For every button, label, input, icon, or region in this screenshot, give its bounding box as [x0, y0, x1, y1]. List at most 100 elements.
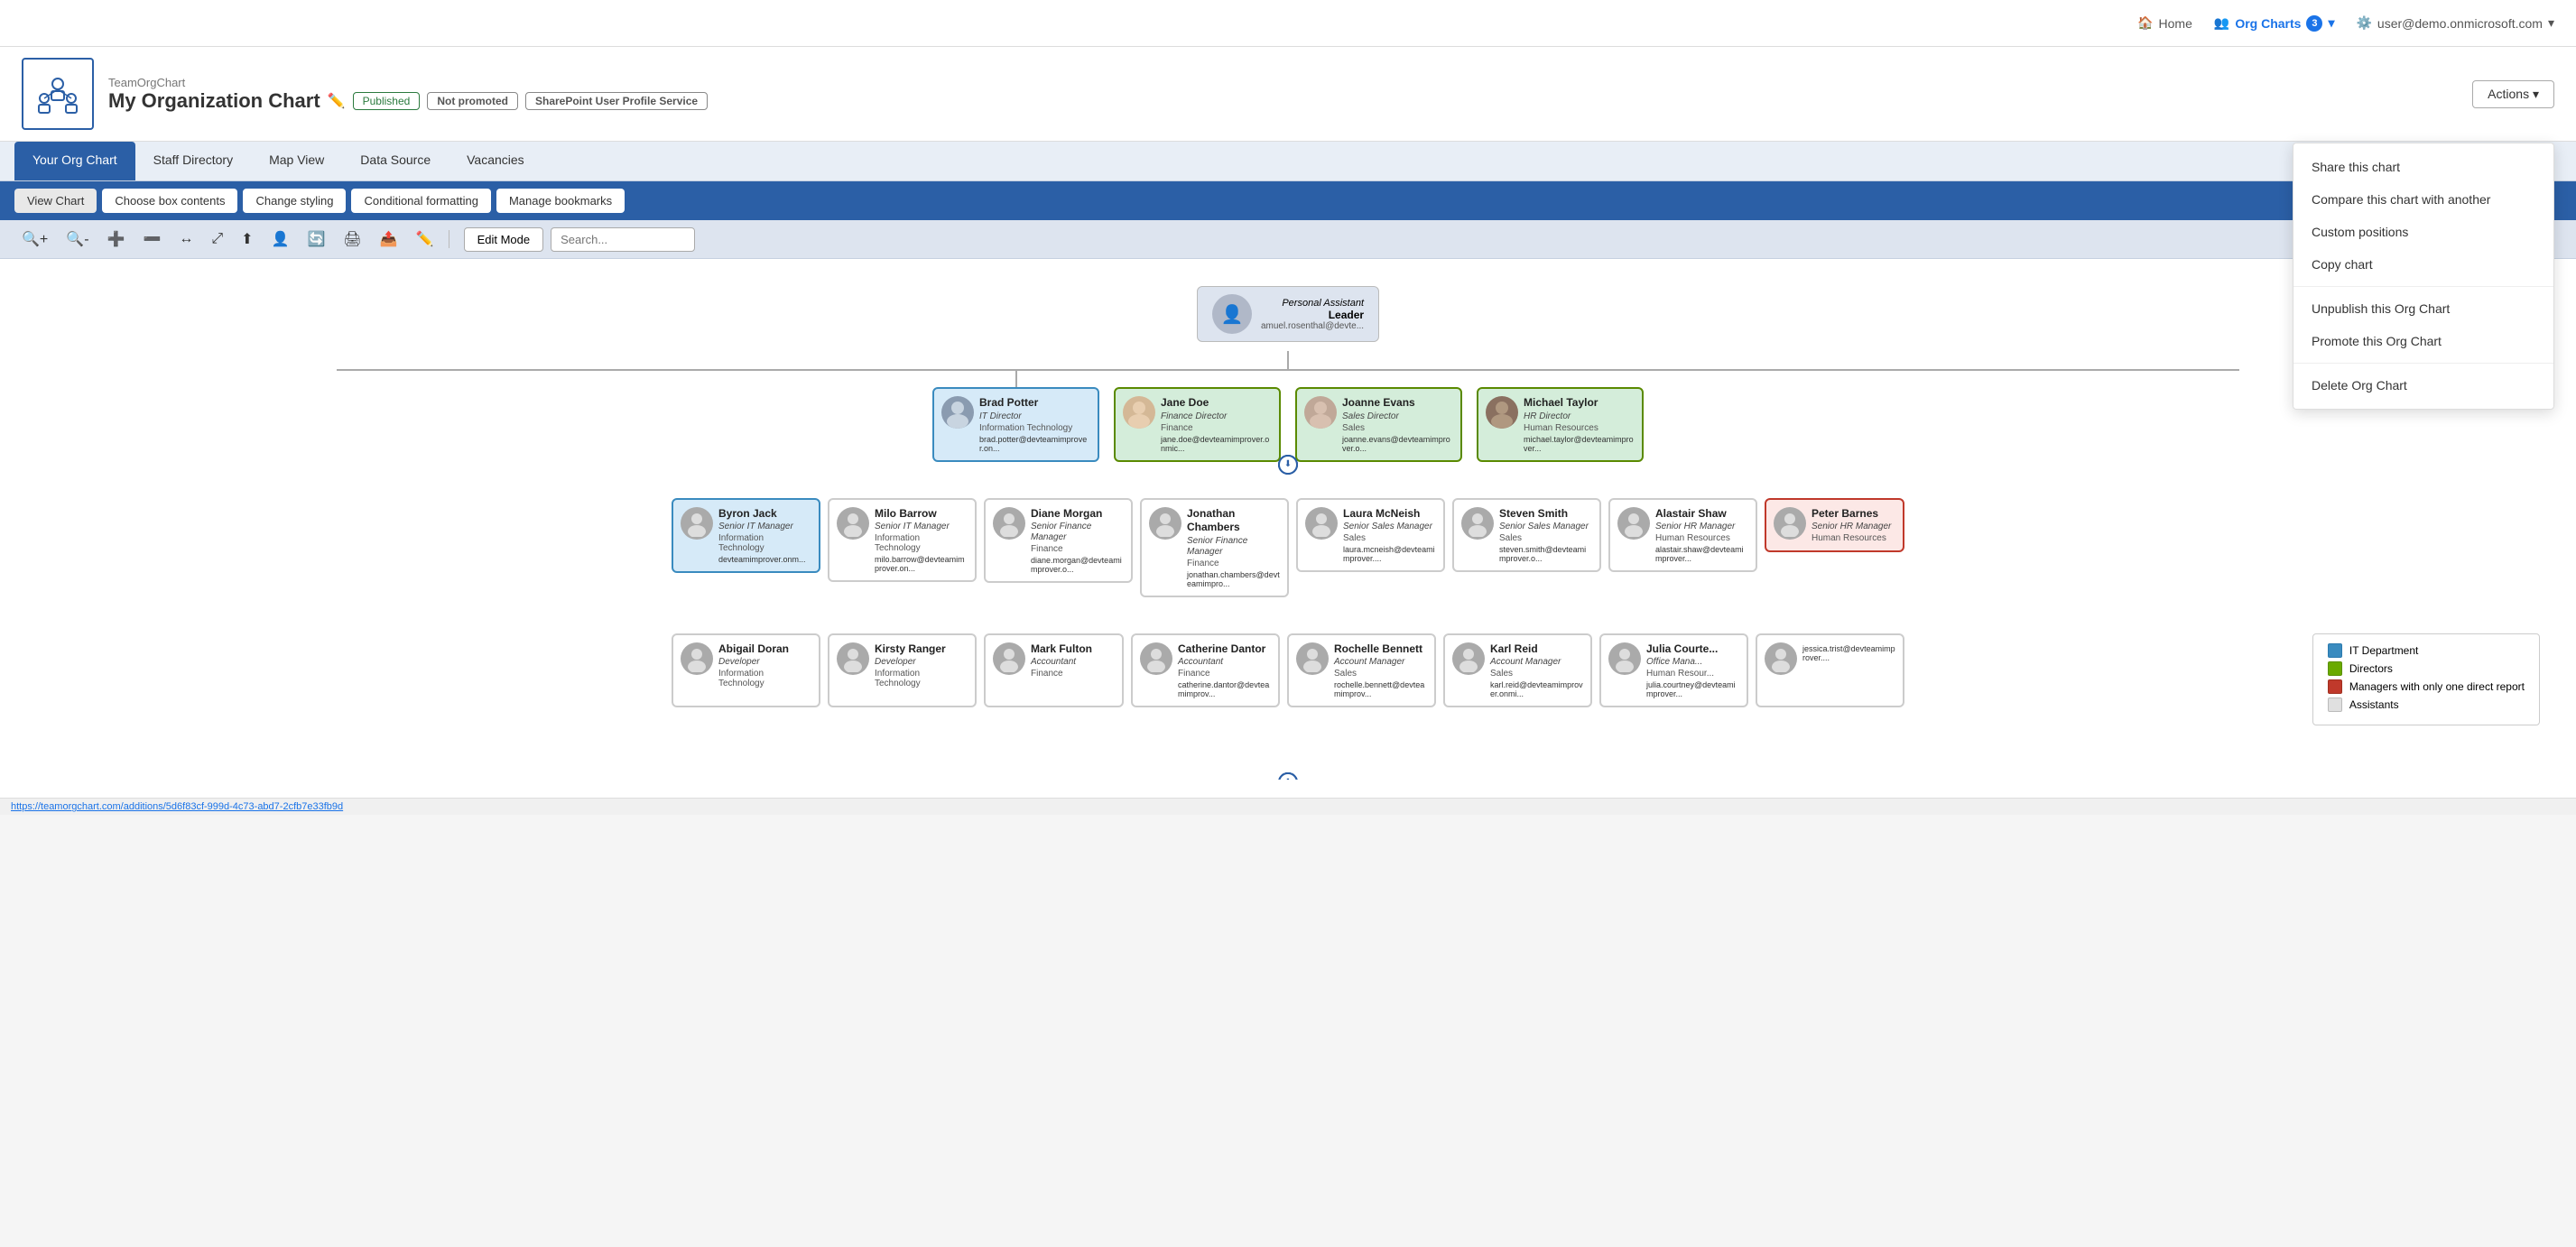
tab-map-view[interactable]: Map View: [251, 142, 342, 180]
info-steven-smith: Steven Smith Senior Sales Manager Sales …: [1499, 507, 1592, 564]
avatar-michael-taylor: [1486, 396, 1518, 429]
title-rochelle-bennett: Account Manager: [1334, 657, 1427, 668]
director-3-col: Joanne Evans Sales Director Sales joanne…: [1295, 387, 1462, 462]
title-brad-potter: IT Director: [979, 411, 1090, 422]
name-alastair-shaw: Alastair Shaw: [1655, 507, 1748, 522]
published-badge[interactable]: Published: [353, 92, 421, 110]
fit-width-btn[interactable]: ↔: [171, 226, 200, 252]
card-kirsty-ranger[interactable]: Kirsty Ranger Developer Information Tech…: [828, 633, 977, 708]
person-btn[interactable]: 👤: [264, 226, 297, 253]
card-byron-jack[interactable]: Byron Jack Senior IT Manager Information…: [672, 498, 820, 574]
dept-abigail-doran: Information Technology: [718, 669, 811, 688]
view-chart-btn[interactable]: View Chart: [14, 189, 97, 213]
tab-vacancies[interactable]: Vacancies: [449, 142, 542, 180]
share-chart-item[interactable]: Share this chart: [2293, 151, 2553, 183]
chart-area: 👤 Personal Assistant Leader amuel.rosent…: [0, 259, 2576, 798]
card-joanne-evans[interactable]: Joanne Evans Sales Director Sales joanne…: [1295, 387, 1462, 462]
card-jane-doe[interactable]: Jane Doe Finance Director Finance jane.d…: [1114, 387, 1281, 462]
name-michael-taylor: Michael Taylor: [1524, 396, 1635, 411]
info-mark-fulton: Mark Fulton Accountant Finance: [1031, 642, 1115, 679]
edit-btn[interactable]: ✏️: [409, 226, 441, 253]
card-jessica-trist[interactable]: jessica.trist@devteamimprover....: [1756, 633, 1904, 708]
search-input[interactable]: [551, 227, 695, 252]
email-jonathan-chambers: jonathan.chambers@devteamimpro...: [1187, 570, 1280, 588]
name-julia-courtney: Julia Courte...: [1646, 642, 1739, 657]
print-btn[interactable]: 🖨: [336, 226, 368, 253]
legend-item-directors: Directors: [2328, 661, 2525, 676]
manager-4-col: Jonathan Chambers Senior Finance Manager…: [1140, 498, 1289, 597]
chart-scroll[interactable]: 👤 Personal Assistant Leader amuel.rosent…: [18, 277, 2558, 780]
change-styling-btn[interactable]: Change styling: [243, 189, 346, 213]
name-jonathan-chambers: Jonathan Chambers: [1187, 507, 1280, 535]
zoom-out-btn[interactable]: 🔍-: [59, 226, 96, 253]
edit-title-icon[interactable]: ✏️: [328, 92, 346, 110]
custom-positions-item[interactable]: Custom positions: [2293, 216, 2553, 248]
tab-your-org-chart[interactable]: Your Org Chart: [14, 142, 135, 180]
card-diane-morgan[interactable]: Diane Morgan Senior Finance Manager Fina…: [984, 498, 1133, 584]
dept-laura-mcneish: Sales: [1343, 533, 1436, 543]
chart-inner: 👤 Personal Assistant Leader amuel.rosent…: [18, 277, 2558, 780]
nav-home[interactable]: 🏠 Home: [2137, 15, 2192, 31]
tab-staff-directory[interactable]: Staff Directory: [135, 142, 251, 180]
card-mark-fulton[interactable]: Mark Fulton Accountant Finance: [984, 633, 1124, 708]
conditional-formatting-btn[interactable]: Conditional formatting: [351, 189, 490, 213]
card-abigail-doran[interactable]: Abigail Doran Developer Information Tech…: [672, 633, 820, 708]
avatar-julia-courtney: [1608, 642, 1641, 675]
chart-legend: IT Department Directors Managers with on…: [2312, 633, 2540, 725]
card-peter-barnes[interactable]: Peter Barnes Senior HR Manager Human Res…: [1765, 498, 1904, 553]
card-brad-potter[interactable]: Brad Potter IT Director Information Tech…: [932, 387, 1099, 462]
dept-byron-jack: Information Technology: [718, 533, 811, 553]
top-person-info: Personal Assistant Leader amuel.rosentha…: [1261, 298, 1364, 331]
promote-item[interactable]: Promote this Org Chart: [2293, 325, 2553, 357]
export-btn[interactable]: 📤: [373, 226, 405, 253]
up-btn[interactable]: ⬆: [234, 226, 260, 253]
copy-chart-item[interactable]: Copy chart: [2293, 248, 2553, 281]
tab-data-source[interactable]: Data Source: [342, 142, 449, 180]
info-laura-mcneish: Laura McNeish Senior Sales Manager Sales…: [1343, 507, 1436, 564]
card-steven-smith[interactable]: Steven Smith Senior Sales Manager Sales …: [1452, 498, 1601, 573]
card-michael-taylor[interactable]: Michael Taylor HR Director Human Resourc…: [1477, 387, 1644, 462]
card-karl-reid[interactable]: Karl Reid Account Manager Sales karl.rei…: [1443, 633, 1592, 708]
name-jane-doe: Jane Doe: [1161, 396, 1272, 411]
card-laura-mcneish[interactable]: Laura McNeish Senior Sales Manager Sales…: [1296, 498, 1445, 573]
choose-box-contents-btn[interactable]: Choose box contents: [102, 189, 237, 213]
dept-mark-fulton: Finance: [1031, 669, 1115, 679]
edit-mode-button[interactable]: Edit Mode: [464, 227, 544, 252]
unpublish-item[interactable]: Unpublish this Org Chart: [2293, 292, 2553, 325]
delete-chart-item[interactable]: Delete Org Chart: [2293, 369, 2553, 402]
email-michael-taylor: michael.taylor@devteamimprover...: [1524, 435, 1635, 453]
card-jonathan-chambers[interactable]: Jonathan Chambers Senior Finance Manager…: [1140, 498, 1289, 597]
refresh-btn[interactable]: 🔄: [301, 226, 333, 253]
name-laura-mcneish: Laura McNeish: [1343, 507, 1436, 522]
compare-chart-item[interactable]: Compare this chart with another: [2293, 183, 2553, 216]
remove-btn[interactable]: ➖: [135, 226, 168, 253]
card-milo-barrow[interactable]: Milo Barrow Senior IT Manager Informatio…: [828, 498, 977, 583]
header-title-row: My Organization Chart ✏️ Published Not p…: [108, 89, 2458, 113]
nav-org-charts[interactable]: 👥 Org Charts 3 ▾: [2214, 15, 2335, 32]
actions-button[interactable]: Actions ▾: [2472, 80, 2554, 108]
card-rochelle-bennett[interactable]: Rochelle Bennett Account Manager Sales r…: [1287, 633, 1436, 708]
not-promoted-badge[interactable]: Not promoted: [427, 92, 518, 110]
org-charts-icon: 👥: [2214, 15, 2229, 31]
fit-screen-btn[interactable]: ⤢: [204, 226, 230, 252]
avatar-diane-morgan: [993, 507, 1025, 540]
manage-bookmarks-btn[interactable]: Manage bookmarks: [496, 189, 625, 213]
title-alastair-shaw: Senior HR Manager: [1655, 522, 1748, 532]
expand-michael-taylor[interactable]: ⬇: [1278, 455, 1298, 475]
zoom-in-btn[interactable]: 🔍+: [14, 226, 55, 253]
nav-user[interactable]: ⚙️ user@demo.onmicrosoft.com ▾: [2356, 15, 2554, 31]
manager-5-col: Laura McNeish Senior Sales Manager Sales…: [1296, 498, 1445, 597]
card-catherine-dantor[interactable]: Catherine Dantor Accountant Finance cath…: [1131, 633, 1280, 708]
expand-peter-barnes[interactable]: ⬇: [1278, 772, 1298, 780]
add-btn[interactable]: ➕: [100, 226, 133, 253]
card-alastair-shaw[interactable]: Alastair Shaw Senior HR Manager Human Re…: [1608, 498, 1757, 573]
status-bar[interactable]: https://teamorgchart.com/additions/5d6f8…: [0, 798, 2576, 815]
email-julia-courtney: julia.courtney@devteamimprover...: [1646, 680, 1739, 698]
sharepoint-badge[interactable]: SharePoint User Profile Service: [525, 92, 708, 110]
name-kirsty-ranger: Kirsty Ranger: [875, 642, 968, 657]
page-header: TeamOrgChart My Organization Chart ✏️ Pu…: [0, 47, 2576, 142]
manager-6-col: Steven Smith Senior Sales Manager Sales …: [1452, 498, 1601, 597]
info-karl-reid: Karl Reid Account Manager Sales karl.rei…: [1490, 642, 1583, 699]
dept-brad-potter: Information Technology: [979, 423, 1090, 433]
card-julia-courtney[interactable]: Julia Courte... Office Mana... Human Res…: [1599, 633, 1748, 708]
